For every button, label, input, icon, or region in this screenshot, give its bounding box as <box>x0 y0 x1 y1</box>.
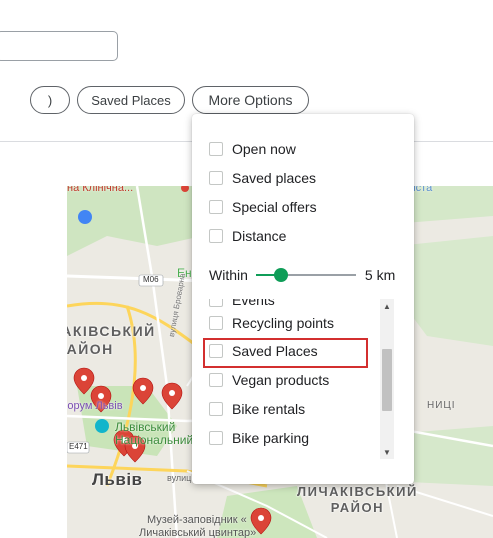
checkbox-saved-places-list[interactable] <box>209 344 223 358</box>
filter-chip-partial-label: ) <box>47 92 53 108</box>
slider-thumb[interactable] <box>273 268 288 282</box>
option-vegan-products[interactable]: Vegan products <box>209 370 329 390</box>
option-saved-places-label: Saved places <box>232 170 317 186</box>
option-bike-parking-label: Bike parking <box>232 430 310 446</box>
checkbox-events[interactable] <box>209 299 223 307</box>
option-distance-label: Distance <box>232 228 287 244</box>
map-label-forum: Форум Львів <box>67 400 123 412</box>
map-road-e471: E471 <box>69 442 88 451</box>
map-district-1-line1: ЛИЧАКІВСЬКИЙ <box>67 323 156 339</box>
within-value: 5 km <box>364 267 396 283</box>
option-saved-places-list[interactable]: Saved Places <box>209 341 318 361</box>
distance-slider[interactable] <box>255 267 356 283</box>
checkbox-distance[interactable] <box>209 229 223 243</box>
category-list[interactable]: Events Recycling points Saved Places Veg… <box>192 299 398 459</box>
option-special-offers-label: Special offers <box>232 199 317 215</box>
checkbox-special-offers[interactable] <box>209 200 223 214</box>
option-vegan-products-label: Vegan products <box>232 372 330 388</box>
distance-within-row: Within 5 km <box>209 264 399 286</box>
option-events-label: Events <box>232 299 275 308</box>
map-city-label: Львів <box>92 470 143 489</box>
map-district-1-line2: РАЙОН <box>67 341 114 357</box>
checkbox-vegan-products[interactable] <box>209 373 223 387</box>
map-label-nytsi: НИЦІ <box>427 400 456 411</box>
map-label-museum-2: Личаківський цвинтар» <box>139 527 257 538</box>
option-open-now-label: Open now <box>232 141 296 157</box>
map-road-m06: M06 <box>143 275 159 284</box>
saved-places-chip[interactable]: Saved Places <box>77 86 185 114</box>
more-options-dropdown: Open now Saved places Special offers Dis… <box>192 114 414 484</box>
scroll-down-arrow-icon[interactable]: ▼ <box>380 445 394 459</box>
filter-chip-partial[interactable]: ) <box>30 86 70 114</box>
map-street-vulych: вулиц <box>167 473 192 483</box>
more-options-button[interactable]: More Options <box>192 86 309 114</box>
option-recycling-points[interactable]: Recycling points <box>209 313 334 333</box>
checkbox-recycling-points[interactable] <box>209 316 223 330</box>
option-bike-rentals-label: Bike rentals <box>232 401 306 417</box>
option-events[interactable]: Events <box>209 299 275 310</box>
option-saved-places-list-label: Saved Places <box>232 343 318 359</box>
scroll-up-arrow-icon[interactable]: ▲ <box>380 299 394 313</box>
option-open-now[interactable]: Open now <box>209 139 296 159</box>
option-special-offers[interactable]: Special offers <box>209 197 317 217</box>
option-saved-places[interactable]: Saved places <box>209 168 316 188</box>
map-label-museum-1: Музей-заповідник « <box>147 514 247 526</box>
option-recycling-points-label: Recycling points <box>232 315 334 331</box>
list-scrollbar[interactable]: ▲ ▼ <box>380 299 394 459</box>
more-options-button-label: More Options <box>208 92 293 108</box>
map-district-label-1: ЛИЧАКІВСЬКИЙ РАЙОН <box>67 322 156 358</box>
option-bike-parking[interactable]: Bike parking <box>209 428 309 448</box>
map-label-park-1: Львівський <box>115 420 176 434</box>
scrollbar-thumb[interactable] <box>382 349 392 411</box>
search-input[interactable] <box>0 31 118 61</box>
checkbox-saved-places[interactable] <box>209 171 223 185</box>
checkbox-bike-parking[interactable] <box>209 431 223 445</box>
map-district-2-line2: РАЙОН <box>330 500 385 515</box>
map-label-park-2: Національний <box>115 433 194 447</box>
option-bike-rentals[interactable]: Bike rentals <box>209 399 305 419</box>
map-label-park-partial: на Клінічна... <box>67 186 134 194</box>
option-distance[interactable]: Distance <box>209 226 286 246</box>
map-district-2-line1: ЛИЧАКІВСЬКИЙ <box>297 484 418 499</box>
checkbox-open-now[interactable] <box>209 142 223 156</box>
within-label: Within <box>209 267 248 283</box>
checkbox-bike-rentals[interactable] <box>209 402 223 416</box>
map-district-label-2: ЛИЧАКІВСЬКИЙ РАЙОН <box>297 484 418 516</box>
saved-places-chip-label: Saved Places <box>91 92 171 108</box>
